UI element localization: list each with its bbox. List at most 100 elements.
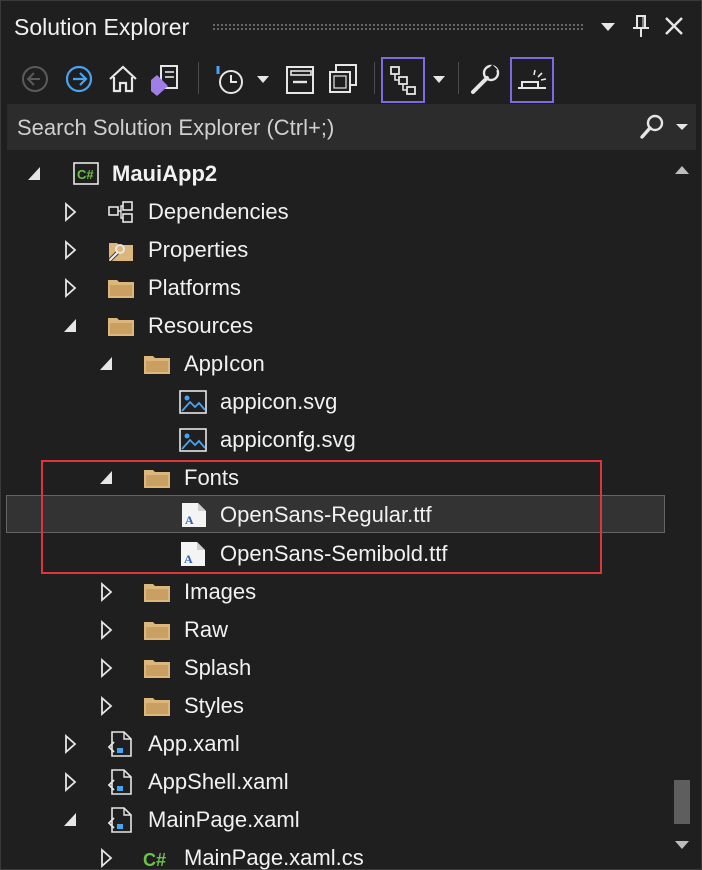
- tree-item-splash[interactable]: Splash: [0, 649, 668, 687]
- expanded-arrow-icon[interactable]: [96, 459, 118, 497]
- expanded-arrow-icon[interactable]: [60, 307, 82, 345]
- pending-changes-filter-icon[interactable]: [210, 60, 248, 98]
- svg-text:C#: C#: [77, 167, 94, 182]
- xaml-file-icon: [106, 806, 136, 834]
- toolbar: [0, 52, 702, 104]
- image-file-icon: [178, 426, 208, 454]
- tree-item-styles[interactable]: Styles: [0, 687, 668, 725]
- forward-icon[interactable]: [60, 60, 98, 98]
- properties-folder-icon: [106, 236, 136, 264]
- tree-item-mainpage-xaml[interactable]: MainPage.xaml: [0, 801, 668, 839]
- sync-with-active-document-icon[interactable]: [381, 57, 425, 103]
- tree-item-appicon[interactable]: AppIcon: [0, 345, 668, 383]
- tree-item-label: MauiApp2: [112, 161, 218, 186]
- svg-text:A: A: [185, 513, 194, 527]
- panel-title: Solution Explorer: [14, 14, 190, 40]
- search-input[interactable]: Search Solution Explorer (Ctrl+;): [17, 115, 334, 141]
- tree-item-resources[interactable]: Resources: [0, 307, 668, 345]
- tree-item-fonts[interactable]: Fonts: [0, 459, 668, 497]
- drag-handle[interactable]: [212, 23, 584, 31]
- collapsed-arrow-icon[interactable]: [60, 269, 82, 307]
- tree-item-label: Resources: [148, 313, 254, 338]
- tree-item-images[interactable]: Images: [0, 573, 668, 611]
- tree-item-label: appicon.svg: [220, 389, 338, 414]
- tree-item-label: Platforms: [148, 275, 241, 300]
- collapsed-arrow-icon[interactable]: [60, 193, 82, 231]
- svg-text:A: A: [184, 552, 193, 566]
- properties-wrench-icon[interactable]: [466, 60, 504, 98]
- csharp-project-icon: C#: [72, 160, 102, 188]
- folder-icon: [142, 578, 172, 606]
- collapsed-arrow-icon[interactable]: [96, 649, 118, 687]
- search-box[interactable]: Search Solution Explorer (Ctrl+;): [7, 104, 696, 150]
- xaml-file-icon: [106, 730, 136, 758]
- tree-item-label: appiconfg.svg: [220, 427, 356, 452]
- close-icon[interactable]: [660, 12, 688, 40]
- toolbar-separator: [374, 62, 375, 94]
- csharp-file-icon: C#: [142, 844, 172, 870]
- scroll-down-arrow-icon[interactable]: [672, 836, 692, 854]
- search-options-dropdown-icon[interactable]: [674, 114, 690, 138]
- tree-item-label: Raw: [184, 617, 229, 642]
- tree-item-mauiapp2[interactable]: C# MauiApp2: [0, 155, 668, 193]
- collapsed-arrow-icon[interactable]: [96, 839, 118, 870]
- collapsed-arrow-icon[interactable]: [96, 611, 118, 649]
- tree-item-mainpage-xaml-cs[interactable]: C# MainPage.xaml.cs: [0, 839, 668, 870]
- tree-item-appicon-svg[interactable]: appicon.svg: [0, 383, 668, 421]
- collapsed-arrow-icon[interactable]: [60, 763, 82, 801]
- tree-item-label: AppShell.xaml: [148, 769, 289, 794]
- toolbar-separator: [458, 62, 459, 94]
- vertical-scrollbar[interactable]: [668, 150, 696, 866]
- image-file-icon: [178, 388, 208, 416]
- folder-icon: [142, 616, 172, 644]
- filter-dropdown-icon[interactable]: [250, 60, 276, 98]
- switch-views-icon[interactable]: [146, 60, 184, 98]
- expanded-arrow-icon[interactable]: [96, 345, 118, 383]
- collapsed-arrow-icon[interactable]: [96, 687, 118, 725]
- collapsed-arrow-icon[interactable]: [60, 725, 82, 763]
- tree-item-label: OpenSans-Regular.ttf: [220, 502, 432, 527]
- solution-tree: C# MauiApp2 Dependencies Properties Plat…: [0, 155, 668, 870]
- collapsed-arrow-icon[interactable]: [96, 573, 118, 611]
- tree-item-label: AppIcon: [184, 351, 265, 376]
- pin-icon[interactable]: [627, 12, 655, 40]
- show-all-files-icon[interactable]: [324, 60, 362, 98]
- tree-item-dependencies[interactable]: Dependencies: [0, 193, 668, 231]
- scroll-up-arrow-icon[interactable]: [672, 160, 692, 178]
- folder-icon: [142, 350, 172, 378]
- font-file-icon: A: [179, 501, 209, 529]
- scrollbar-thumb[interactable]: [674, 780, 690, 824]
- folder-icon: [106, 312, 136, 340]
- tree-item-label: App.xaml: [148, 731, 240, 756]
- preview-selected-items-icon[interactable]: [510, 57, 554, 103]
- folder-icon: [142, 464, 172, 492]
- tree-item-appshell-xaml[interactable]: AppShell.xaml: [0, 763, 668, 801]
- dependencies-icon: [106, 198, 136, 226]
- home-icon[interactable]: [104, 60, 142, 98]
- expanded-arrow-icon[interactable]: [60, 801, 82, 839]
- folder-icon: [142, 692, 172, 720]
- tree-item-properties[interactable]: Properties: [0, 231, 668, 269]
- title-bar: Solution Explorer: [0, 0, 702, 52]
- tree-item-label: Fonts: [184, 465, 240, 490]
- window-position-dropdown-icon[interactable]: [594, 12, 622, 40]
- tree-item-label: Dependencies: [148, 199, 289, 224]
- search-icon[interactable]: [638, 113, 666, 141]
- folder-icon: [106, 274, 136, 302]
- tree-item-platforms[interactable]: Platforms: [0, 269, 668, 307]
- sync-dropdown-icon[interactable]: [427, 60, 453, 98]
- tree-item-opensans-semibold[interactable]: A OpenSans-Semibold.ttf: [0, 535, 668, 573]
- back-icon[interactable]: [16, 60, 54, 98]
- xaml-file-icon: [106, 768, 136, 796]
- tree-item-raw[interactable]: Raw: [0, 611, 668, 649]
- collapse-all-icon[interactable]: [282, 60, 320, 98]
- tree-item-app-xaml[interactable]: App.xaml: [0, 725, 668, 763]
- svg-text:C#: C#: [143, 850, 166, 870]
- tree-item-label: Splash: [184, 655, 252, 680]
- font-file-icon: A: [178, 540, 208, 568]
- expanded-arrow-icon[interactable]: [24, 155, 46, 193]
- tree-item-appiconfg-svg[interactable]: appiconfg.svg: [0, 421, 668, 459]
- tree-item-opensans-regular[interactable]: A OpenSans-Regular.ttf: [6, 495, 665, 533]
- collapsed-arrow-icon[interactable]: [60, 231, 82, 269]
- tree-item-label: Styles: [184, 693, 244, 718]
